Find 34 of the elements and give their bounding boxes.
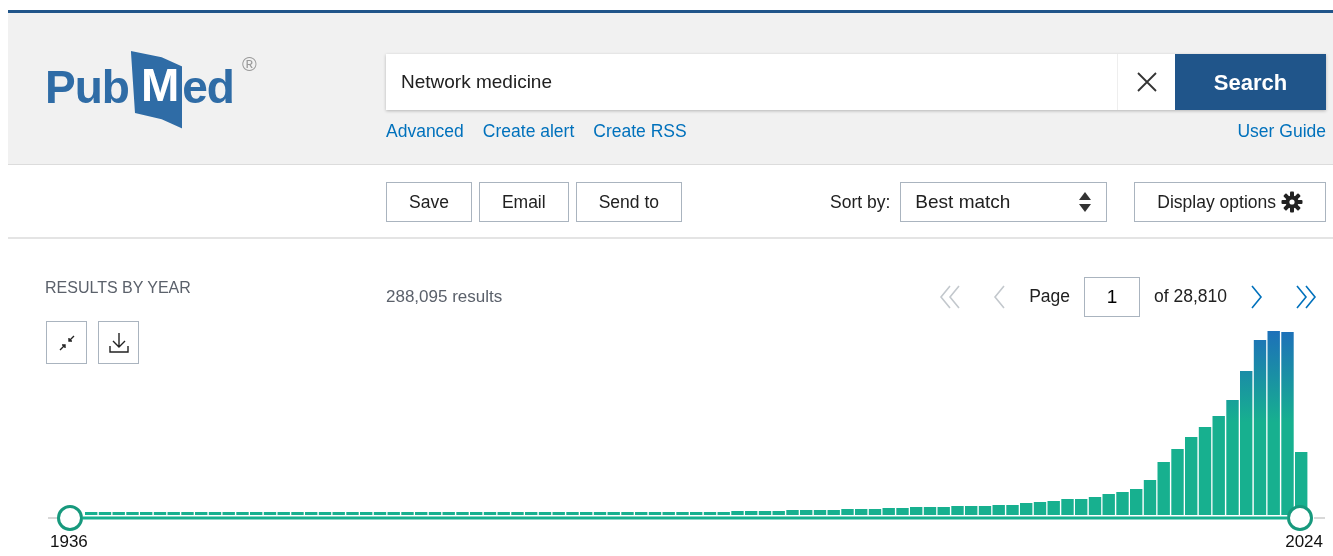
double-chevron-right-icon bbox=[1294, 283, 1318, 310]
search-option-link[interactable]: Create alert bbox=[482, 118, 575, 145]
chevron-left-icon bbox=[992, 283, 1008, 310]
close-icon bbox=[1135, 71, 1158, 93]
user-guide-link[interactable]: User Guide bbox=[1237, 118, 1326, 145]
chevron-right-icon bbox=[1249, 283, 1264, 310]
search-button[interactable]: Search bbox=[1175, 54, 1326, 110]
double-chevron-left-icon bbox=[938, 283, 963, 310]
clear-button[interactable] bbox=[1117, 54, 1175, 110]
end-year-label: 2024 bbox=[1285, 531, 1323, 553]
gear-icon bbox=[1281, 191, 1303, 213]
collapse-button[interactable] bbox=[46, 321, 87, 364]
action-button[interactable]: Save bbox=[386, 182, 472, 222]
page-number-field[interactable]: 1 bbox=[1084, 276, 1140, 317]
search-option-link[interactable]: Advanced bbox=[386, 118, 464, 145]
page-label: Page bbox=[1029, 285, 1070, 309]
page-total: of 28,810 bbox=[1154, 285, 1227, 309]
slider-handle[interactable] bbox=[57, 505, 83, 531]
section-title: RESULTS BY YEAR bbox=[45, 278, 191, 298]
sort-select[interactable]: Best match bbox=[900, 182, 1108, 222]
download-button[interactable] bbox=[98, 321, 139, 364]
search-option-link[interactable]: Create RSS bbox=[593, 118, 687, 145]
search-field[interactable]: Network medicine bbox=[386, 54, 1117, 110]
sort-label: Sort by: bbox=[830, 190, 891, 214]
results-count: 288,095 results bbox=[386, 286, 503, 308]
pubmed-logo[interactable]: Pub Med ® bbox=[45, 47, 260, 135]
display-options-button[interactable]: Display options bbox=[1134, 182, 1326, 222]
action-button[interactable]: Send to bbox=[575, 182, 682, 222]
collapse-arrows-icon bbox=[57, 333, 76, 352]
start-year-label: 1936 bbox=[50, 531, 88, 553]
download-icon bbox=[107, 331, 130, 354]
sort-arrows-icon bbox=[1078, 191, 1093, 213]
slider-handle[interactable] bbox=[1287, 505, 1313, 531]
action-button[interactable]: Email bbox=[478, 182, 569, 222]
